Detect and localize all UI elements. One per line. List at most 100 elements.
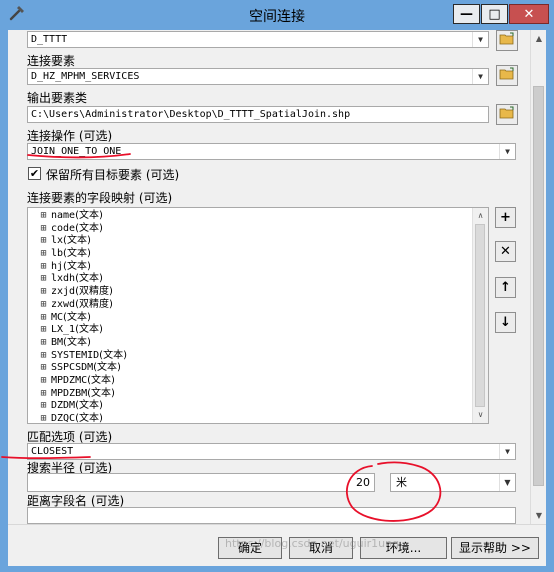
field-map-item[interactable]: ⊞ code (文本) [28,223,473,236]
panel-scroll-thumb[interactable] [533,86,544,486]
field-map-item-name: SYSTEMID [51,349,100,361]
search-radius-unit-select[interactable]: 米 ▼ [390,473,516,492]
arrow-up-icon: ↑ [500,280,511,295]
field-map-item-type: (文本) [75,400,103,412]
field-map-item-name: lxdh [51,273,76,285]
field-map-item-name: DZQC [51,413,76,424]
field-map-item-type: (文本) [75,324,103,336]
field-map-item[interactable]: ⊞ hj (文本) [28,261,473,274]
keep-all-label: 保留所有目标要素 (可选) [46,168,180,182]
keep-all-checkbox[interactable]: ✔ [28,167,41,180]
remove-field-button[interactable]: ✕ [495,241,516,262]
field-map-item-name: lx [51,235,64,247]
search-radius-unit-value: 米 [396,476,407,489]
chevron-down-icon: ▼ [472,32,488,47]
close-icon: ✕ [523,6,535,22]
field-map-item-name: SSPCSDM [51,362,94,374]
field-map-item[interactable]: ⊞ zxwd (双精度) [28,299,473,312]
field-map-item[interactable]: ⊞ SYSTEMID (文本) [28,350,473,363]
field-map-item[interactable]: ⊞ lb (文本) [28,248,473,261]
join-features-label: 连接要素 [27,54,76,68]
field-map-item-type: (文本) [63,260,91,272]
scroll-up-arrow-icon[interactable]: ▲ [531,30,547,47]
expand-plus-icon[interactable]: ⊞ [38,413,49,423]
field-map-item[interactable]: ⊞ zxjd (双精度) [28,286,473,299]
expand-plus-icon[interactable]: ⊞ [38,299,49,312]
join-operation-select[interactable]: JOIN_ONE_TO_ONE ▼ [27,143,516,160]
field-map-item[interactable]: ⊞ DZDM (文本) [28,400,473,413]
match-option-select[interactable]: CLOSEST ▼ [27,443,516,460]
close-button[interactable]: ✕ [509,4,549,24]
field-map-item-name: MPDZMC [51,374,88,386]
move-up-button[interactable]: ↑ [495,277,516,298]
expand-plus-icon[interactable]: ⊞ [38,235,49,248]
folder-icon [499,32,515,49]
expand-plus-icon[interactable]: ⊞ [38,388,49,401]
field-map-item[interactable]: ⊞ SSPCSDM (文本) [28,362,473,375]
chevron-down-icon: ▼ [499,144,515,159]
field-map-item-type: (文本) [87,387,115,399]
field-map-item-name: DZDM [51,400,76,412]
show-help-button[interactable]: 显示帮助 >> [451,537,539,559]
field-map-list[interactable]: ⊞ name (文本) ⊞ code (文本) ⊞ lx (文本) ⊞ lb (文本) ⊞ hj (文本) ⊞… [27,207,489,424]
move-down-button[interactable]: ↓ [495,312,516,333]
expand-plus-icon[interactable]: ⊞ [38,273,49,286]
field-map-item[interactable]: ⊞ DZQC (文本) [28,413,473,424]
expand-plus-icon[interactable]: ⊞ [38,375,49,388]
minimize-icon: — [460,6,473,22]
field-map-scroll-thumb[interactable] [475,224,485,407]
scroll-down-arrow-icon[interactable]: ∨ [473,407,488,423]
target-features-select[interactable]: D_TTTT ▼ [27,31,489,48]
join-features-select[interactable]: D_HZ_MPHM_SERVICES ▼ [27,68,489,85]
scroll-up-arrow-icon[interactable]: ∧ [473,208,488,224]
expand-plus-icon[interactable]: ⊞ [38,324,49,337]
dialog-client-area: D_TTTT ▼ 连接要素 D_HZ_MPHM_SERVICES ▼ 输出要素类 [8,30,546,566]
panel-scrollbar[interactable]: ▲ ▼ [530,30,546,524]
cancel-button[interactable]: 取消 [289,537,353,559]
expand-plus-icon[interactable]: ⊞ [38,350,49,363]
field-map-item[interactable]: ⊞ name (文本) [28,210,473,223]
expand-plus-icon[interactable]: ⊞ [38,248,49,261]
chevron-down-icon: ▼ [499,444,515,459]
browse-join-features-button[interactable] [496,65,518,86]
match-option-value: CLOSEST [31,446,74,457]
field-map-item[interactable]: ⊞ lxdh (文本) [28,273,473,286]
distance-field-input[interactable] [27,507,516,524]
field-map-item[interactable]: ⊞ BM (文本) [28,337,473,350]
field-map-item[interactable]: ⊞ MPDZMC (文本) [28,375,473,388]
scroll-down-arrow-icon[interactable]: ▼ [531,507,547,524]
expand-plus-icon[interactable]: ⊞ [38,400,49,413]
search-radius-input[interactable]: 20 [27,473,375,492]
browse-target-button[interactable] [496,30,518,51]
minimize-button[interactable]: — [453,4,480,24]
field-map-item-name: zxjd [51,286,76,298]
join-operation-value: JOIN_ONE_TO_ONE [31,146,122,157]
output-feature-class-label: 输出要素类 [27,91,88,105]
browse-output-button[interactable] [496,104,518,125]
title-bar[interactable]: 空间连接 — □ ✕ [0,0,554,30]
expand-plus-icon[interactable]: ⊞ [38,261,49,274]
field-map-item[interactable]: ⊞ MPDZBM (文本) [28,388,473,401]
expand-plus-icon[interactable]: ⊞ [38,223,49,236]
environments-button[interactable]: 环境... [360,537,447,559]
ok-button[interactable]: 确定 [218,537,282,559]
output-feature-class-input[interactable]: C:\Users\Administrator\Desktop\D_TTTT_Sp… [27,106,489,123]
chevron-down-icon: ▼ [472,69,488,84]
field-map-item-name: code [51,222,76,234]
expand-plus-icon[interactable]: ⊞ [38,337,49,350]
expand-plus-icon[interactable]: ⊞ [38,362,49,375]
arrow-down-icon: ↓ [500,315,511,330]
maximize-button[interactable]: □ [481,4,508,24]
field-map-item[interactable]: ⊞ lx (文本) [28,235,473,248]
field-map-items: ⊞ name (文本) ⊞ code (文本) ⊞ lx (文本) ⊞ lb (文本) ⊞ hj (文本) ⊞… [28,210,473,424]
expand-plus-icon[interactable]: ⊞ [38,286,49,299]
field-map-item-type: (文本) [63,311,91,323]
field-map-item-type: (双精度) [75,286,113,298]
field-map-item[interactable]: ⊞ LX_1 (文本) [28,324,473,337]
expand-plus-icon[interactable]: ⊞ [38,210,49,223]
field-map-item[interactable]: ⊞ MC (文本) [28,312,473,325]
expand-plus-icon[interactable]: ⊞ [38,312,49,325]
output-feature-class-value: C:\Users\Administrator\Desktop\D_TTTT_Sp… [31,109,351,120]
field-map-scrollbar[interactable]: ∧ ∨ [472,208,488,423]
add-field-button[interactable]: + [495,207,516,228]
